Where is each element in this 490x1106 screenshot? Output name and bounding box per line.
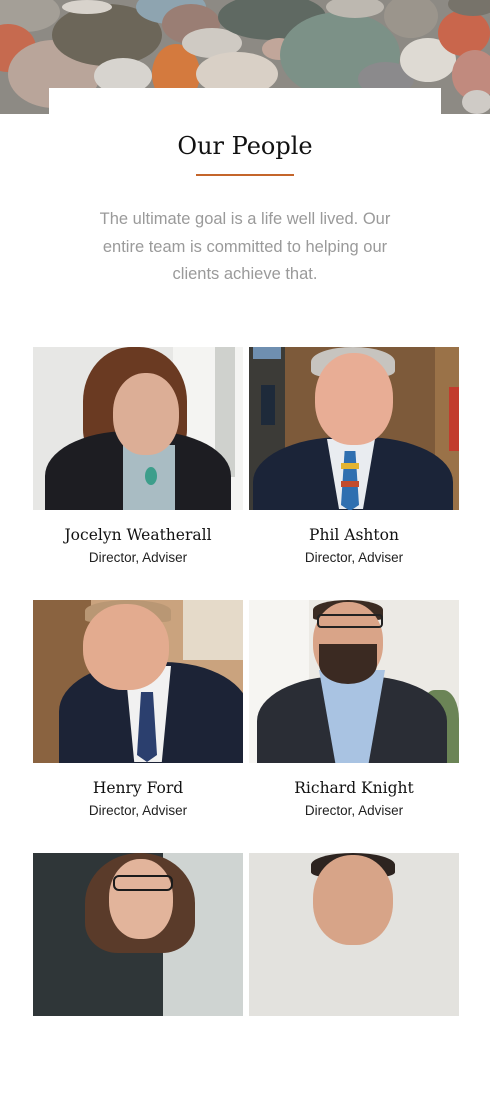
person-card[interactable]: Richard Knight Director, Adviser	[249, 600, 459, 853]
person-photo	[249, 853, 459, 1016]
page-title: Our People	[177, 132, 313, 160]
person-role: Director, Adviser	[304, 550, 404, 565]
person-name: Henry Ford	[92, 779, 184, 797]
person-card[interactable]: Jocelyn Weatherall Director, Adviser	[33, 347, 243, 600]
person-photo	[33, 347, 243, 510]
intro-text: The ultimate goal is a life well lived. …	[99, 210, 391, 283]
person-card[interactable]: Henry Ford Director, Adviser	[33, 600, 243, 853]
person-name: Phil Ashton	[309, 526, 399, 544]
person-role: Director, Adviser	[88, 550, 188, 565]
person-role: Director, Adviser	[88, 803, 188, 818]
person-photo	[249, 347, 459, 510]
person-card[interactable]	[33, 853, 243, 1106]
person-role: Director, Adviser	[304, 803, 404, 818]
title-divider	[196, 174, 294, 176]
person-photo	[33, 600, 243, 763]
person-photo	[249, 600, 459, 763]
person-name: Jocelyn Weatherall	[64, 526, 212, 544]
person-photo	[33, 853, 243, 1016]
people-grid: Jocelyn Weatherall Director, Adviser Phi…	[33, 347, 459, 1106]
person-card[interactable]	[249, 853, 459, 1106]
person-card[interactable]: Phil Ashton Director, Adviser	[249, 347, 459, 600]
person-name: Richard Knight	[294, 779, 414, 797]
